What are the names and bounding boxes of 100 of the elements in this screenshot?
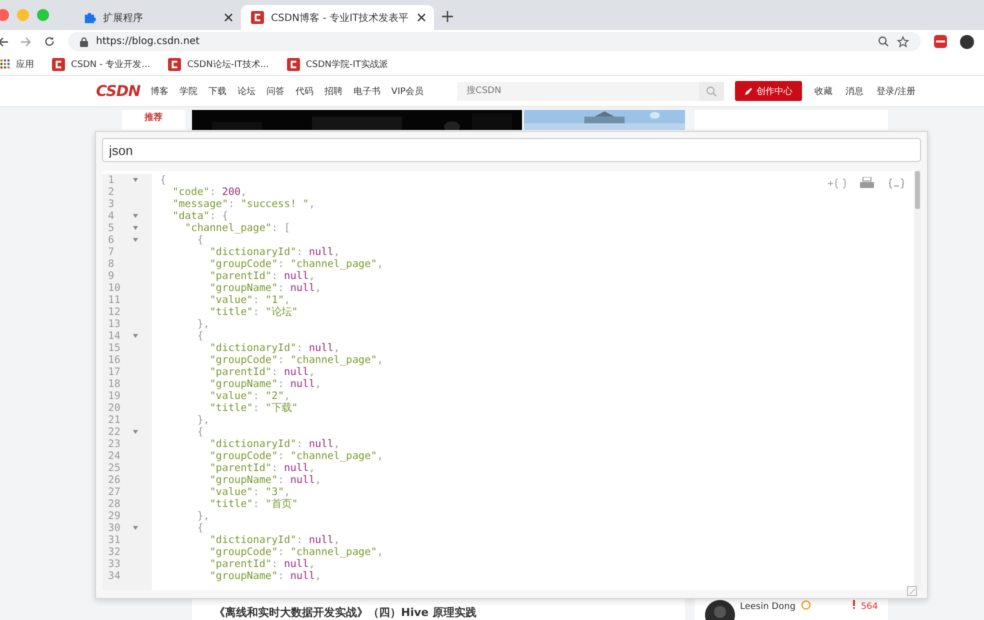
nav-link[interactable]: 问答 [266, 84, 284, 98]
code-line: "dictionaryId": null, [208, 342, 340, 354]
line-number: 26 [107, 474, 122, 486]
line-number: 5 [107, 222, 116, 234]
star-icon[interactable] [897, 36, 909, 48]
code-line: { [196, 234, 204, 246]
create-button[interactable]: 创作中心 [734, 81, 802, 101]
nav-link[interactable]: 电子书 [353, 84, 380, 98]
profile-icon[interactable] [960, 34, 974, 48]
sidebar-tab[interactable]: 推荐 [144, 110, 162, 126]
code-line: "message": "success! ", [171, 198, 316, 210]
line-number: 7 [107, 246, 116, 258]
browser-tab[interactable]: 扩展程序 [63, 5, 241, 30]
close-icon[interactable] [224, 13, 233, 22]
code-line: "value": "3", [208, 486, 290, 498]
code-line: "groupCode": "channel_page", [208, 354, 384, 366]
fold-arrow-icon[interactable] [133, 526, 138, 530]
code-line: "value": "2", [208, 390, 290, 402]
line-number: 20 [107, 402, 122, 414]
fold-arrow-icon[interactable] [133, 178, 138, 182]
fold-arrow-icon[interactable] [133, 238, 138, 242]
resize-grip-icon[interactable] [907, 586, 917, 596]
line-number: 11 [107, 294, 122, 306]
apps-grid-icon [0, 59, 10, 69]
query-field[interactable]: json [102, 138, 921, 162]
line-number: 14 [107, 330, 122, 342]
new-tab-icon[interactable] [442, 11, 453, 22]
line-number: 15 [107, 342, 122, 354]
nav-link[interactable]: VIP会员 [391, 84, 424, 98]
author-name[interactable]: Leesin Dong [740, 600, 796, 612]
line-number: 10 [107, 282, 122, 294]
nav-link[interactable]: 学院 [179, 84, 198, 98]
line-number: 19 [107, 390, 122, 402]
print-icon[interactable] [860, 177, 874, 189]
pen-icon [744, 86, 753, 96]
expand-icon[interactable] [828, 178, 846, 188]
code-line: }, [196, 414, 210, 426]
line-number: 24 [107, 450, 122, 462]
line-number: 22 [107, 426, 122, 438]
line-number: 31 [107, 534, 122, 546]
line-number: 34 [107, 570, 122, 582]
line-number: 12 [107, 306, 122, 318]
bookmark[interactable]: 应用 [0, 58, 34, 70]
code-line: "groupName": null, [208, 378, 322, 390]
nav-link[interactable]: 博客 [150, 84, 168, 98]
line-number: 30 [107, 522, 122, 534]
back-icon[interactable] [0, 36, 8, 46]
code-line: "groupName": null, [208, 474, 322, 486]
line-number: 9 [107, 270, 116, 282]
close-window-icon[interactable] [0, 9, 9, 21]
line-number: 3 [107, 198, 116, 210]
code-line: "dictionaryId": null, [208, 438, 340, 450]
line-number: 4 [107, 210, 116, 222]
bookmark[interactable]: CSDN论坛-IT技术... [168, 58, 269, 70]
line-number: 25 [107, 462, 122, 474]
site-logo[interactable]: CSDN [96, 82, 140, 100]
browser-tab[interactable]: CSDN博客 - 专业IT技术发表平 [241, 5, 434, 30]
code-line: { [196, 426, 204, 438]
address-field[interactable]: https://blog.csdn.net [68, 32, 921, 51]
search-field[interactable]: 搜CSDN [456, 82, 699, 100]
scrollbar[interactable] [914, 171, 921, 590]
site-logo-icon [251, 11, 264, 24]
code-line: { [196, 330, 204, 342]
header-link[interactable]: 消息 [846, 84, 864, 98]
nav-link[interactable]: 招聘 [324, 84, 342, 98]
zoom-window-icon[interactable] [37, 9, 49, 21]
nav-link[interactable]: 代码 [295, 84, 314, 98]
fold-arrow-icon[interactable] [133, 226, 138, 230]
code-line: { [160, 174, 166, 186]
fold-arrow-icon[interactable] [133, 334, 138, 338]
line-number: 29 [107, 510, 122, 522]
article-title[interactable]: 《离线和实时大数据开发实战》（四）Hive 原理实践 [214, 606, 476, 619]
forward-icon[interactable] [21, 36, 31, 46]
extension-icon[interactable] [934, 35, 947, 48]
nav-link[interactable]: 论坛 [237, 84, 256, 98]
code-line: "title": "首页" [208, 498, 298, 510]
nav-link[interactable]: 下载 [208, 84, 226, 98]
line-number: 27 [107, 486, 122, 498]
reload-icon[interactable] [44, 36, 55, 47]
line-number: 33 [107, 558, 122, 570]
header-link[interactable]: 登录/注册 [876, 84, 916, 98]
code-line: "code": 200, [171, 186, 247, 198]
close-icon[interactable] [417, 13, 426, 22]
search-button[interactable] [698, 82, 724, 100]
puzzle-icon [83, 11, 96, 24]
format-icon[interactable] [888, 178, 905, 188]
tab-title: CSDN博客 - 专业IT技术发表平 [271, 12, 410, 24]
site-logo-icon [286, 58, 300, 70]
bookmark[interactable]: CSDN - 专业开发... [52, 58, 150, 70]
code-line: "parentId": null, [208, 270, 316, 282]
fold-arrow-icon[interactable] [133, 214, 138, 218]
line-number: 32 [107, 546, 122, 558]
code-line: }, [196, 318, 210, 330]
search-icon [706, 86, 717, 96]
header-link[interactable]: 收藏 [814, 84, 833, 98]
line-number: 21 [107, 414, 122, 426]
bookmark[interactable]: CSDN学院-IT实战派 [286, 58, 388, 70]
fold-arrow-icon[interactable] [133, 430, 138, 434]
line-number: 8 [107, 258, 116, 270]
zoom-icon[interactable] [878, 36, 889, 47]
